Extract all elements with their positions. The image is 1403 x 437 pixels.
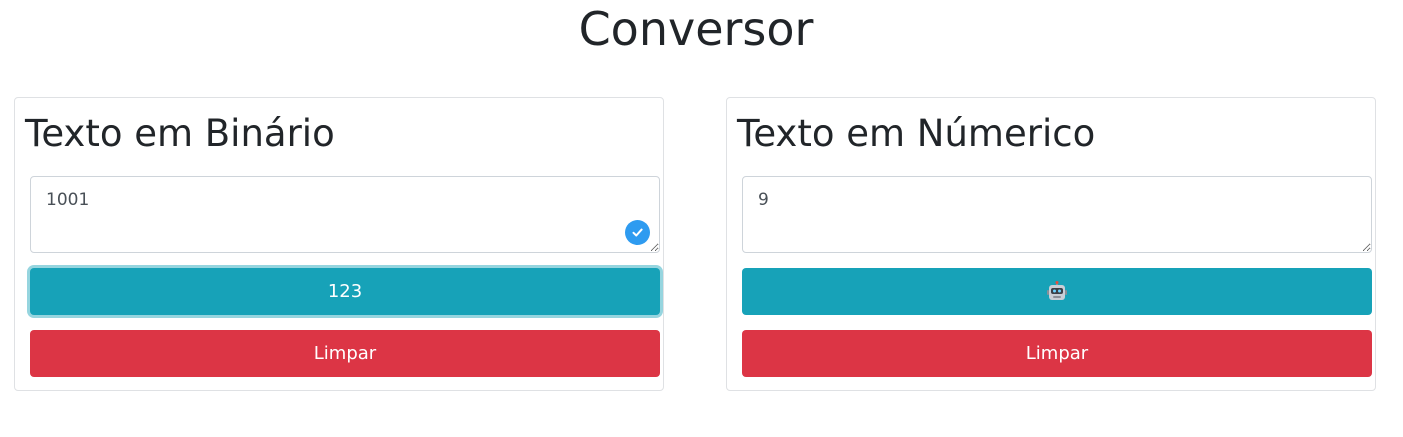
clear-numeric-button[interactable]: Limpar: [742, 330, 1372, 377]
binary-card: Texto em Binário 1001 123 Limpar: [14, 97, 664, 391]
binary-input[interactable]: 1001: [30, 176, 660, 253]
convert-to-numeric-button[interactable]: [742, 268, 1372, 315]
numeric-input-wrapper: 9: [742, 176, 1372, 253]
numeric-card: Texto em Númerico 9 Limpar: [726, 97, 1376, 391]
robot-icon: [1046, 280, 1068, 303]
clear-binary-button[interactable]: Limpar: [30, 330, 660, 377]
binary-card-title: Texto em Binário: [25, 112, 335, 155]
binary-input-wrapper: 1001: [30, 176, 660, 253]
convert-to-binary-button[interactable]: 123: [30, 268, 660, 315]
numeric-card-title: Texto em Númerico: [737, 112, 1096, 155]
page-title: Conversor: [578, 2, 814, 56]
numeric-input[interactable]: 9: [742, 176, 1372, 253]
check-icon: [625, 220, 650, 245]
